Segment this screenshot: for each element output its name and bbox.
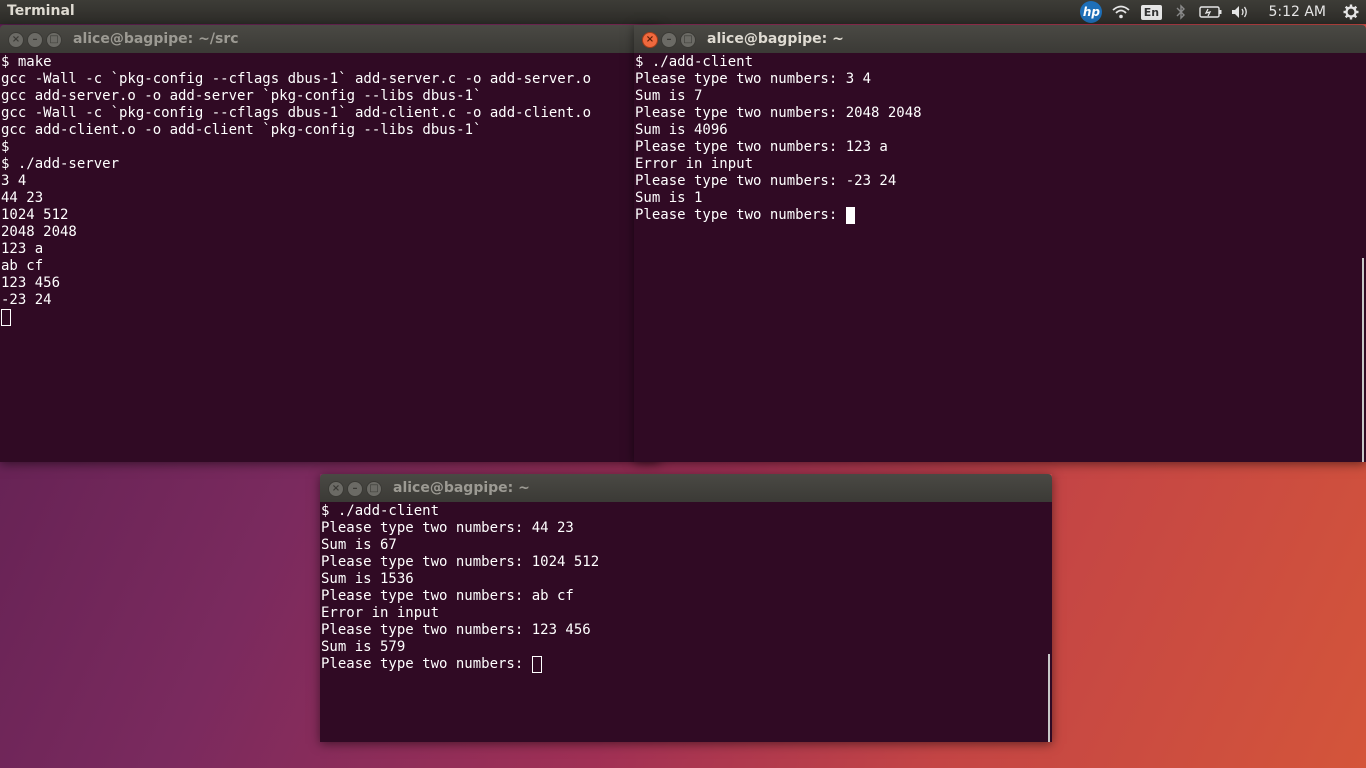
terminal-line: Sum is 1 — [635, 190, 703, 206]
wifi-icon[interactable] — [1109, 0, 1133, 24]
gear-icon[interactable] — [1339, 0, 1363, 24]
terminal-window-server[interactable]: × – □ alice@bagpipe: ~/src $ make gcc -Wa… — [0, 25, 660, 462]
terminal-output[interactable]: $ make gcc -Wall -c `pkg-config --cflags … — [0, 53, 660, 462]
terminal-cursor — [845, 207, 855, 224]
minimize-button[interactable]: – — [661, 32, 677, 48]
terminal-line: $ make — [1, 54, 52, 70]
terminal-line: 1024 512 — [1, 207, 69, 223]
terminal-cursor — [1, 309, 11, 326]
terminal-line: 2048 2048 — [1, 224, 77, 240]
close-button[interactable]: × — [8, 32, 24, 48]
window-title: alice@bagpipe: ~/src — [73, 31, 239, 47]
maximize-button[interactable]: □ — [46, 32, 62, 48]
system-tray: hp En 5:12 AM — [1076, 0, 1366, 24]
terminal-line: Error in input — [321, 605, 440, 621]
terminal-line: gcc -Wall -c `pkg-config --cflags dbus-1… — [1, 71, 592, 87]
terminal-line: Sum is 1536 — [321, 571, 414, 587]
terminal-line: Error in input — [635, 156, 754, 172]
window-title: alice@bagpipe: ~ — [393, 480, 530, 496]
terminal-line: $ ./add-client — [635, 54, 754, 70]
terminal-line: Please type two numbers: 123 456 — [321, 622, 591, 638]
terminal-line: -23 24 — [1, 292, 52, 308]
terminal-line: gcc add-client.o -o add-client `pkg-conf… — [1, 122, 482, 138]
bluetooth-icon[interactable] — [1169, 0, 1193, 24]
minimize-button[interactable]: – — [347, 481, 363, 497]
maximize-button[interactable]: □ — [366, 481, 382, 497]
terminal-line: Sum is 579 — [321, 639, 406, 655]
terminal-line: Please type two numbers: -23 24 — [635, 173, 897, 189]
terminal-line: 123 456 — [1, 275, 61, 291]
terminal-line: Please type two numbers: 3 4 — [635, 71, 872, 87]
terminal-output[interactable]: $ ./add-client Please type two numbers: 3… — [634, 53, 1366, 462]
keyboard-language-indicator[interactable]: En — [1139, 0, 1163, 24]
terminal-line: Sum is 4096 — [635, 122, 728, 138]
terminal-window-client-1[interactable]: × – □ alice@bagpipe: ~ $ ./add-client Ple… — [634, 25, 1366, 462]
terminal-prompt-line: Please type two numbers: — [321, 656, 1051, 673]
terminal-line: gcc add-server.o -o add-server `pkg-conf… — [1, 88, 482, 104]
clock[interactable]: 5:12 AM — [1268, 4, 1326, 20]
top-panel: Terminal hp En 5:12 AM — [0, 0, 1366, 24]
terminal-cursor — [531, 656, 542, 673]
close-button[interactable]: × — [328, 481, 344, 497]
terminal-line: gcc -Wall -c `pkg-config --cflags dbus-1… — [1, 105, 592, 121]
terminal-line: ab cf — [1, 258, 44, 274]
window-titlebar[interactable]: × – □ alice@bagpipe: ~ — [634, 25, 1366, 53]
terminal-line: Please type two numbers: 123 a — [635, 139, 888, 155]
terminal-line: 123 a — [1, 241, 44, 257]
maximize-button[interactable]: □ — [680, 32, 696, 48]
terminal-line: Please type two numbers: 1024 512 — [321, 554, 600, 570]
terminal-window-client-2[interactable]: × – □ alice@bagpipe: ~ $ ./add-client Ple… — [320, 474, 1052, 742]
terminal-line: 44 23 — [1, 190, 44, 206]
window-titlebar[interactable]: × – □ alice@bagpipe: ~ — [320, 474, 1052, 502]
terminal-line: Sum is 7 — [635, 88, 703, 104]
terminal-line: $ — [1, 139, 10, 155]
terminal-prompt-line — [1, 309, 659, 326]
terminal-line: $ ./add-server — [1, 156, 120, 172]
terminal-line: 3 4 — [1, 173, 27, 189]
minimize-button[interactable]: – — [27, 32, 43, 48]
terminal-output[interactable]: $ ./add-client Please type two numbers: 4… — [320, 502, 1052, 742]
scrollbar[interactable] — [1362, 258, 1364, 462]
terminal-line: Please type two numbers: 44 23 — [321, 520, 574, 536]
terminal-prompt-line: Please type two numbers: — [635, 207, 1365, 224]
terminal-line: Please type two numbers: 2048 2048 — [635, 105, 922, 121]
close-button[interactable]: × — [642, 32, 658, 48]
terminal-line: Sum is 67 — [321, 537, 397, 553]
terminal-prompt: Please type two numbers: — [321, 656, 532, 672]
terminal-line: Please type two numbers: ab cf — [321, 588, 574, 604]
terminal-line: $ ./add-client — [321, 503, 440, 519]
terminal-prompt: Please type two numbers: — [635, 207, 846, 223]
battery-icon[interactable] — [1199, 0, 1223, 24]
hp-icon[interactable]: hp — [1079, 0, 1103, 24]
panel-app-title: Terminal — [7, 3, 75, 19]
volume-icon[interactable] — [1229, 0, 1253, 24]
window-title: alice@bagpipe: ~ — [707, 31, 844, 47]
window-titlebar[interactable]: × – □ alice@bagpipe: ~/src — [0, 25, 660, 53]
scrollbar[interactable] — [1048, 654, 1050, 742]
